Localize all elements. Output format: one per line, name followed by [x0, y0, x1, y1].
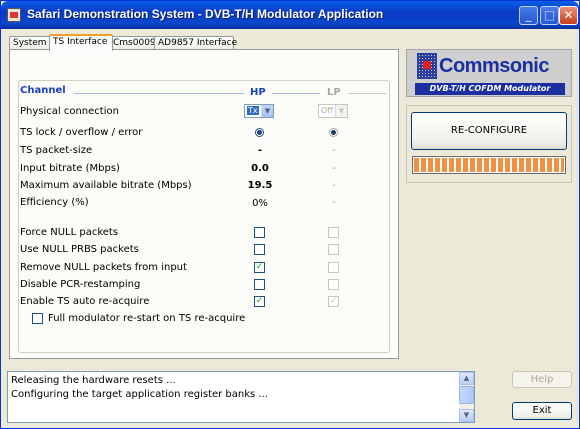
divider — [74, 93, 244, 94]
lp-lock-indicator — [329, 128, 338, 137]
lp-physical-value: Off — [321, 106, 333, 115]
option-label: Disable PCR-restamping — [20, 279, 141, 290]
tab-system[interactable]: System — [9, 36, 51, 50]
ts-interface-panel: Channel HP LP Physical connection Tx ▼ O… — [9, 49, 399, 359]
hp-lock-indicator — [255, 128, 264, 137]
log-output[interactable]: Releasing the hardware resets ... Config… — [7, 371, 475, 423]
physical-connection-label: Physical connection — [20, 106, 119, 117]
efficiency-label: Efficiency (%) — [20, 197, 89, 208]
hp-max-bitrate: 19.5 — [247, 180, 273, 191]
chevron-down-icon: ▼ — [335, 105, 347, 117]
chevron-down-icon: ▼ — [261, 105, 273, 117]
lp-max-bitrate: - — [332, 180, 336, 191]
scroll-thumb[interactable] — [459, 386, 474, 404]
exit-button[interactable]: Exit — [512, 402, 572, 420]
divider — [348, 93, 386, 94]
tab-ts-interface[interactable]: TS Interface — [49, 34, 113, 51]
option-label: Use NULL PRBS packets — [20, 244, 139, 255]
tab-ad9857-interface[interactable]: AD9857 Interface — [154, 36, 237, 50]
hp-packet-size: - — [257, 145, 263, 156]
commsonic-logo: Commsonic DVB-T/H COFDM Modulator — [406, 49, 572, 97]
hp-force-null-checkbox[interactable] — [254, 227, 265, 238]
divider — [272, 93, 320, 94]
channel-header: Channel — [20, 85, 66, 96]
max-bitrate-label: Maximum available bitrate (Mbps) — [20, 180, 192, 191]
reconfigure-progress — [412, 156, 566, 174]
title-bar[interactable]: Safari Demonstration System - DVB-T/H Mo… — [1, 1, 579, 29]
hp-header: HP — [250, 87, 266, 98]
lp-header: LP — [327, 87, 341, 98]
reconfigure-panel: RE-CONFIGURE — [406, 105, 572, 183]
option-label: Remove NULL packets from input — [20, 262, 187, 273]
ts-lock-label: TS lock / overflow / error — [20, 127, 143, 138]
lp-remove-null-checkbox[interactable] — [328, 262, 339, 273]
option-label: Enable TS auto re-acquire — [20, 296, 150, 307]
minimize-button[interactable]: _ — [519, 6, 538, 25]
maximize-button[interactable]: □ — [540, 6, 559, 25]
lp-physical-select[interactable]: Off ▼ — [318, 104, 348, 118]
hp-efficiency: 0% — [252, 198, 268, 209]
scroll-down-icon[interactable]: ▼ — [459, 409, 474, 422]
log-line: Configuring the target application regis… — [11, 389, 268, 400]
help-button[interactable]: Help — [512, 371, 572, 388]
close-button[interactable]: ✕ — [559, 6, 578, 25]
hp-physical-value: Tx — [247, 106, 259, 115]
tab-cms0009[interactable]: Cms0009 — [109, 36, 156, 50]
hp-physical-select[interactable]: Tx ▼ — [244, 104, 274, 118]
lp-null-prbs-checkbox[interactable] — [328, 244, 339, 255]
full-restart-label: Full modulator re-start on TS re-acquire — [48, 313, 246, 324]
lp-input-bitrate: - — [332, 163, 336, 174]
hp-input-bitrate: 0.0 — [251, 163, 269, 174]
input-bitrate-label: Input bitrate (Mbps) — [20, 163, 120, 174]
progress-fill — [414, 158, 564, 172]
ts-packet-size-label: TS packet-size — [20, 145, 93, 156]
reconfigure-button[interactable]: RE-CONFIGURE — [411, 112, 567, 150]
log-line: Releasing the hardware resets ... — [11, 375, 176, 386]
option-label: Force NULL packets — [20, 227, 119, 238]
lp-auto-reacquire-checkbox[interactable]: ✓ — [328, 296, 339, 307]
lp-packet-size: - — [332, 145, 336, 156]
logo-name: Commsonic — [439, 55, 549, 77]
lp-disable-pcr-checkbox[interactable] — [328, 279, 339, 290]
lp-force-null-checkbox[interactable] — [328, 227, 339, 238]
log-scrollbar[interactable]: ▲ ▼ — [459, 372, 474, 422]
hp-null-prbs-checkbox[interactable] — [254, 244, 265, 255]
hp-remove-null-checkbox[interactable]: ✓ — [254, 262, 265, 273]
window-title: Safari Demonstration System - DVB-T/H Mo… — [27, 7, 384, 21]
logo-subtitle: DVB-T/H COFDM Modulator — [415, 83, 565, 95]
lp-efficiency: - — [332, 197, 336, 208]
full-restart-checkbox[interactable] — [32, 313, 43, 324]
hp-disable-pcr-checkbox[interactable] — [254, 279, 265, 290]
hp-auto-reacquire-checkbox[interactable]: ✓ — [254, 296, 265, 307]
scroll-up-icon[interactable]: ▲ — [459, 372, 474, 385]
app-icon[interactable] — [7, 8, 21, 22]
logo-mark — [417, 53, 437, 79]
app-window: Safari Demonstration System - DVB-T/H Mo… — [0, 0, 580, 429]
